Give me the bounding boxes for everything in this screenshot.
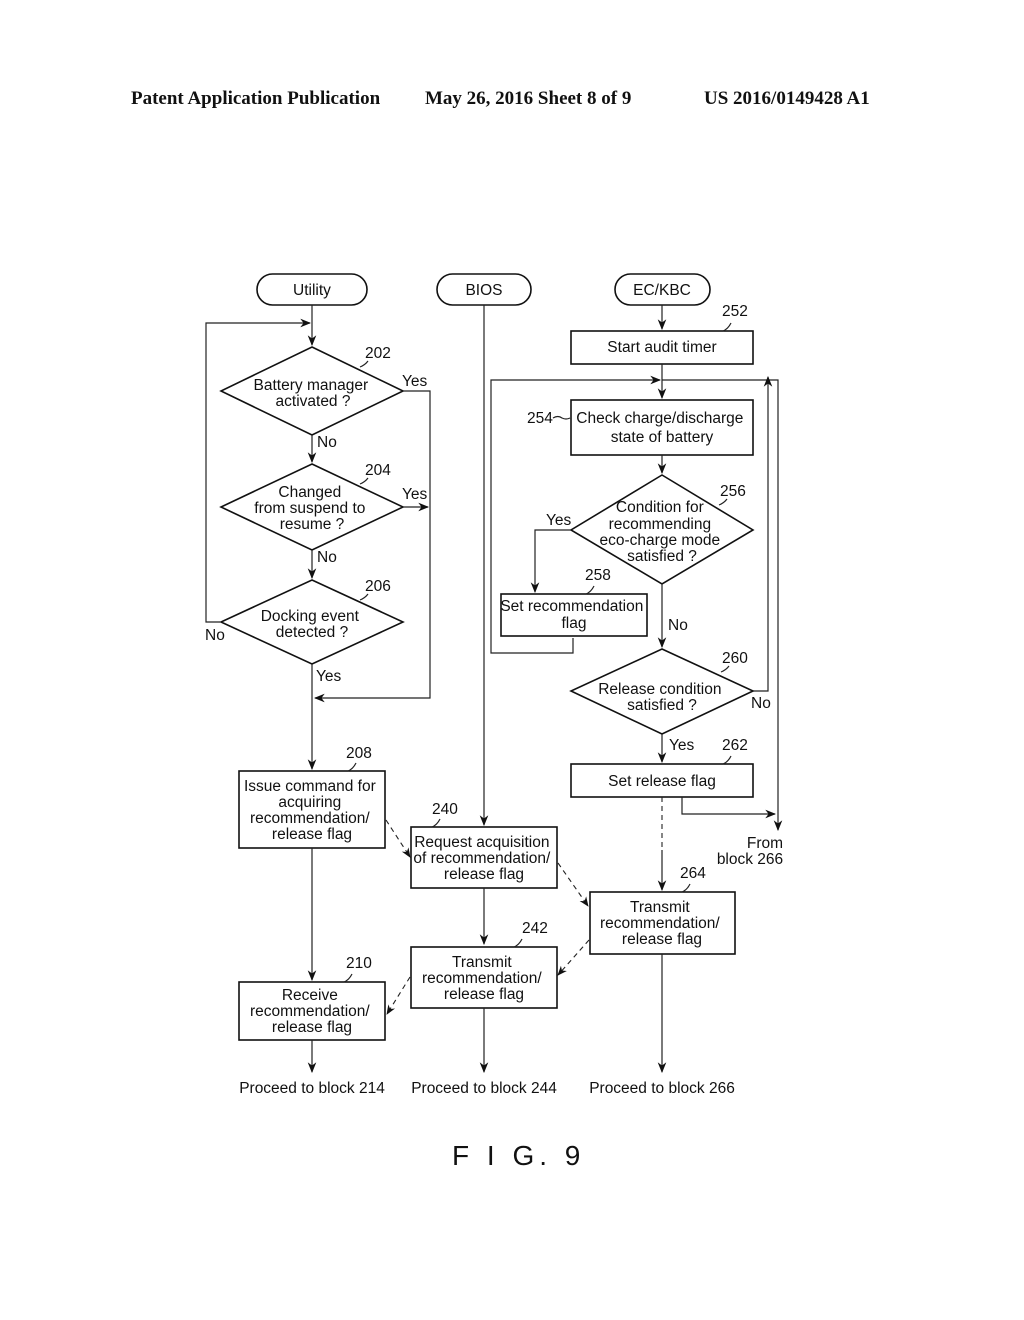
ref-leader xyxy=(552,415,571,420)
process-254: Check charge/discharge state of battery … xyxy=(527,399,754,456)
ref-206: 206 xyxy=(365,578,391,595)
message-connector xyxy=(557,862,589,907)
ref-leader xyxy=(347,762,357,772)
terminal-utility-label: Utility xyxy=(293,282,331,299)
ref-208: 208 xyxy=(346,745,372,762)
proceed-214: Proceed to block 214 xyxy=(239,1080,385,1097)
ref-leader xyxy=(681,883,691,893)
process-258: Set recommendation flag 258 xyxy=(500,567,648,637)
message-connector xyxy=(386,976,411,1015)
terminal-bios-label: BIOS xyxy=(465,282,502,299)
ref-262: 262 xyxy=(722,737,748,754)
ref-254: 254 xyxy=(527,410,553,427)
process-262-text: Set release flag xyxy=(608,773,716,790)
ref-204: 204 xyxy=(365,462,391,479)
message-connector xyxy=(385,819,411,858)
proceed-244: Proceed to block 244 xyxy=(411,1080,557,1097)
ref-242: 242 xyxy=(522,920,548,937)
loop-from-260-connector xyxy=(753,375,773,692)
ref-240: 240 xyxy=(432,801,458,818)
label-204-yes: Yes xyxy=(402,486,428,503)
figure-label: F I G. 9 xyxy=(452,1140,585,1171)
label-260-no: No xyxy=(751,695,771,712)
terminal-bios: BIOS xyxy=(436,273,532,306)
label-206-yes: Yes xyxy=(316,668,342,685)
ref-210: 210 xyxy=(346,955,372,972)
ref-256: 256 xyxy=(720,483,746,500)
connector xyxy=(530,529,571,594)
label-260-yes: Yes xyxy=(669,737,695,754)
ref-leader xyxy=(513,938,523,948)
ref-leader xyxy=(585,585,595,595)
ref-leader xyxy=(431,818,441,828)
from-block-label-2: block 266 xyxy=(717,851,783,868)
label-204-no: No xyxy=(317,549,337,566)
terminal-eckbc-label: EC/KBC xyxy=(633,282,691,299)
label-202-no: No xyxy=(317,434,337,451)
label-256-yes: Yes xyxy=(546,512,572,529)
decision-202: Battery manager activated ? 202 xyxy=(219,345,405,436)
process-252-text: Start audit timer xyxy=(607,339,716,356)
ref-leader xyxy=(722,755,732,765)
decision-206: Docking event detected ? 206 xyxy=(219,578,405,665)
decision-260: Release condition satisfied ? 260 xyxy=(569,648,755,735)
connector xyxy=(681,797,777,819)
ref-252: 252 xyxy=(722,303,748,320)
message-connector xyxy=(557,939,590,976)
terminal-eckbc: EC/KBC xyxy=(614,273,711,306)
label-202-yes: Yes xyxy=(402,373,428,390)
from-block-label-1: From xyxy=(747,835,783,852)
ref-leader xyxy=(343,973,353,983)
ref-leader xyxy=(359,477,369,485)
ref-264: 264 xyxy=(680,865,706,882)
decision-204: Changed from suspend to resume ? 204 xyxy=(219,462,405,551)
flowchart: Utility BIOS EC/KBC Battery manager acti… xyxy=(205,273,783,1171)
ref-258: 258 xyxy=(585,567,611,584)
terminal-utility: Utility xyxy=(256,273,368,306)
label-256-no: No xyxy=(668,617,688,634)
ref-leader xyxy=(359,360,369,368)
proceed-266: Proceed to block 266 xyxy=(589,1080,735,1097)
ref-202: 202 xyxy=(365,345,391,362)
ref-leader xyxy=(359,593,369,601)
decision-206-text: Docking event detected ? xyxy=(261,608,364,641)
ref-leader xyxy=(722,322,732,332)
label-206-no: No xyxy=(205,627,225,644)
ref-260: 260 xyxy=(722,650,748,667)
